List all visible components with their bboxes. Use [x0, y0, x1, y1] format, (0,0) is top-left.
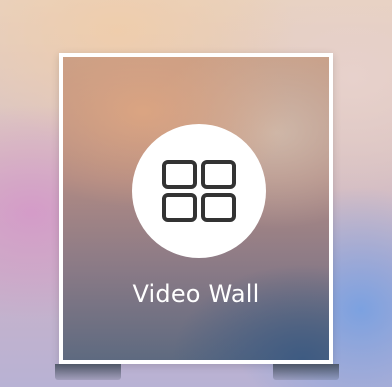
stand-left [55, 364, 121, 380]
video-wall-grid-icon [162, 160, 236, 222]
stand-right [273, 364, 339, 380]
video-wall-icon-circle[interactable] [132, 124, 266, 258]
video-wall-label: Video Wall [132, 280, 260, 308]
